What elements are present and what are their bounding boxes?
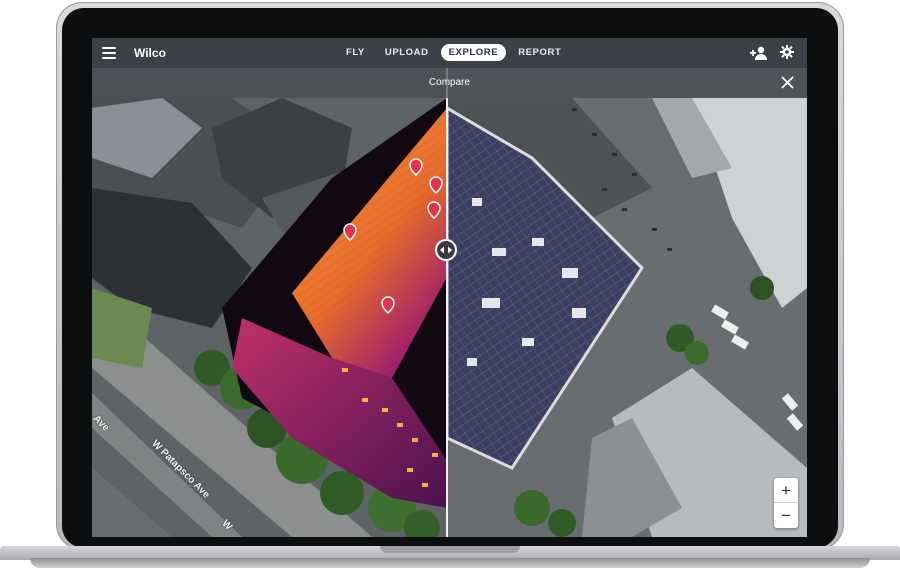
compare-bar: Compare [92, 68, 807, 98]
nav-tabs: FLY UPLOAD EXPLORE REPORT [338, 44, 569, 61]
compare-arrows-icon [440, 246, 452, 254]
app-topbar: Wilco FLY UPLOAD EXPLORE REPORT [92, 38, 807, 68]
map-view[interactable] [92, 38, 807, 537]
menu-icon[interactable] [102, 47, 116, 59]
zoom-in-button[interactable]: + [774, 478, 798, 503]
compare-divider[interactable] [446, 68, 448, 537]
app-name: Wilco [134, 46, 166, 60]
tab-upload[interactable]: UPLOAD [377, 44, 437, 61]
laptop-notch [380, 546, 520, 553]
laptop-base-bottom [30, 558, 870, 568]
add-user-icon[interactable] [750, 46, 768, 60]
compare-handle[interactable] [435, 239, 457, 261]
satellite-layer [447, 38, 807, 537]
zoom-out-button[interactable]: − [774, 503, 798, 528]
close-icon[interactable] [781, 76, 794, 89]
app-screen: W Patapsco Ave Ave W Wilco FLY UPLOAD EX… [92, 38, 807, 537]
tab-report[interactable]: REPORT [510, 44, 569, 61]
tab-explore[interactable]: EXPLORE [440, 44, 507, 61]
zoom-controls: + − [774, 478, 798, 528]
tab-fly[interactable]: FLY [338, 44, 373, 61]
gear-icon[interactable] [780, 45, 794, 59]
compare-title: Compare [428, 77, 471, 88]
